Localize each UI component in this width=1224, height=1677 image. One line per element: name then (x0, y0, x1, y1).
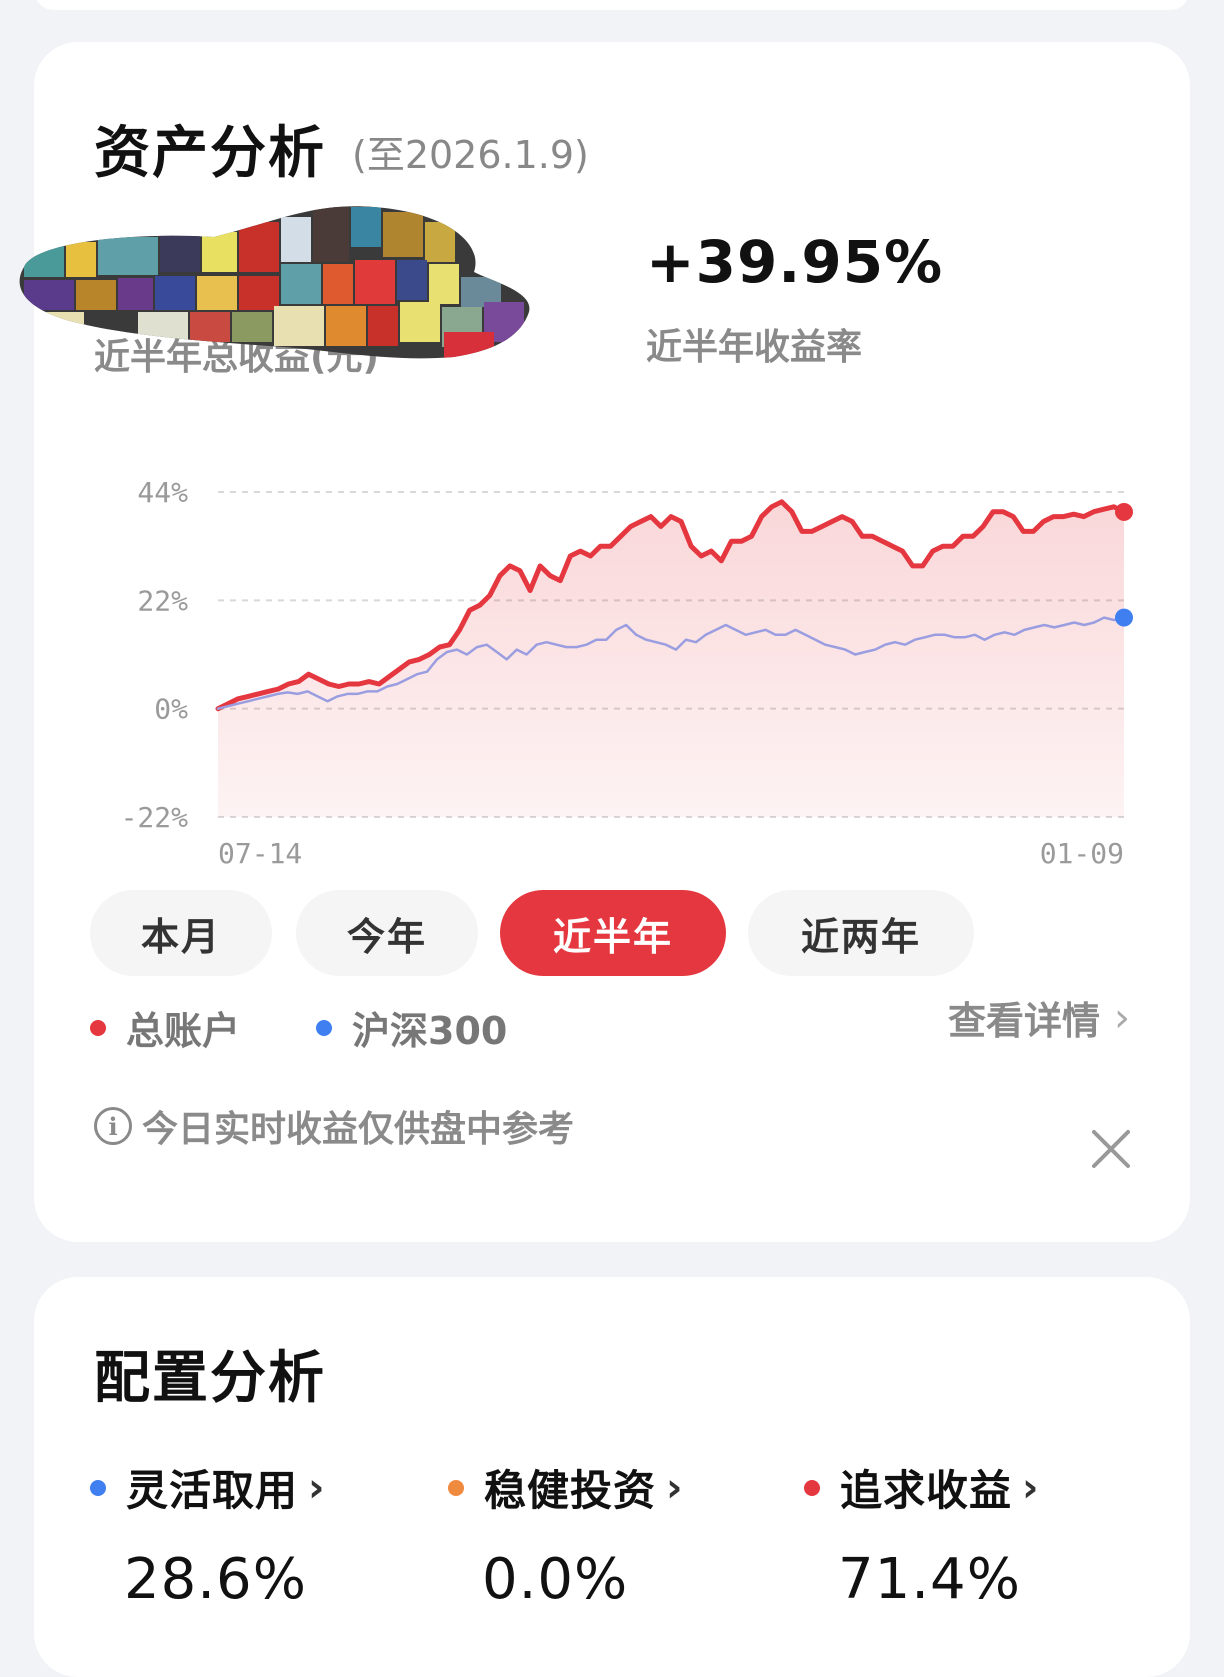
alloc-flexible-value: 28.6% (124, 1547, 307, 1612)
redaction-mosaic (19, 206, 530, 359)
alloc-growth-value: 71.4% (838, 1547, 1021, 1612)
return-chart: 44% 22% 0% -22% 07-14 01-09 (74, 427, 1164, 887)
alloc-stable-value: 0.0% (482, 1547, 629, 1612)
asset-analysis-card: 资产分析 (至2026.1.9) 近半年总收益(元) +39.95% 近半年收益… (19, 42, 1190, 1242)
y-tick-label: 22% (137, 584, 188, 617)
asset-analysis-date: (至2026.1.9) (352, 133, 589, 177)
tab-this-month[interactable]: 本月 (90, 890, 272, 976)
chevron-right-icon: › (308, 1464, 326, 1511)
tab-this-year[interactable]: 今年 (296, 890, 478, 976)
alloc-stable-dot (448, 1479, 464, 1496)
config-analysis-title: 配置分析 (94, 1346, 326, 1411)
previous-card (34, 0, 1190, 10)
tab-half-year[interactable]: 近半年 (500, 890, 726, 976)
chevron-right-icon: › (1114, 994, 1130, 1041)
view-details-label: 查看详情 (947, 999, 1100, 1043)
legend-index-label: 沪深300 (352, 1009, 508, 1053)
return-rate-value: +39.95% (646, 228, 944, 296)
alloc-stable[interactable]: 稳健投资 › (448, 1457, 684, 1518)
alloc-growth[interactable]: 追求收益 › (804, 1457, 1040, 1518)
legend-account-label: 总账户 (126, 1009, 241, 1053)
chevron-right-icon: › (666, 1464, 684, 1511)
chevron-right-icon: › (1022, 1464, 1040, 1511)
series-area (218, 501, 1124, 817)
x-tick-label: 07-14 (218, 837, 302, 870)
close-icon[interactable] (1090, 1128, 1132, 1170)
series-end-dot-account (1115, 502, 1133, 521)
series-end-dot-index (1115, 608, 1133, 627)
mosaic-tiles (19, 206, 530, 359)
y-tick-label: 0% (154, 693, 188, 726)
return-rate-label: 近半年收益率 (646, 327, 863, 368)
legend-account: 总账户 (90, 1000, 240, 1055)
alloc-flexible-dot (90, 1479, 106, 1496)
alloc-growth-label: 追求收益 (840, 1466, 1013, 1515)
y-tick-label: 44% (137, 476, 188, 509)
legend-index: 沪深300 (316, 1000, 507, 1055)
alloc-growth-dot (804, 1479, 820, 1496)
legend-index-dot (316, 1019, 332, 1036)
x-tick-label: 01-09 (1040, 837, 1124, 870)
asset-analysis-title: 资产分析 (94, 121, 326, 186)
view-details-link[interactable]: 查看详情 › (948, 990, 1130, 1045)
notice-text: 今日实时收益仅供盘中参考 (142, 1109, 575, 1150)
legend-account-dot (90, 1019, 106, 1036)
alloc-flexible[interactable]: 灵活取用 › (90, 1457, 326, 1518)
realtime-notice: i 今日实时收益仅供盘中参考 (94, 1100, 574, 1152)
config-analysis-card: 配置分析 灵活取用 › 稳健投资 › 追求收益 › 28.6% 0.0% 71.… (34, 1277, 1190, 1677)
return-chart-svg: 44% 22% 0% -22% 07-14 01-09 (121, 476, 1133, 870)
alloc-flexible-label: 灵活取用 (126, 1466, 299, 1515)
info-icon: i (94, 1107, 132, 1145)
tab-two-years[interactable]: 近两年 (748, 890, 974, 976)
alloc-stable-label: 稳健投资 (484, 1466, 657, 1515)
y-tick-label: -22% (121, 801, 189, 834)
